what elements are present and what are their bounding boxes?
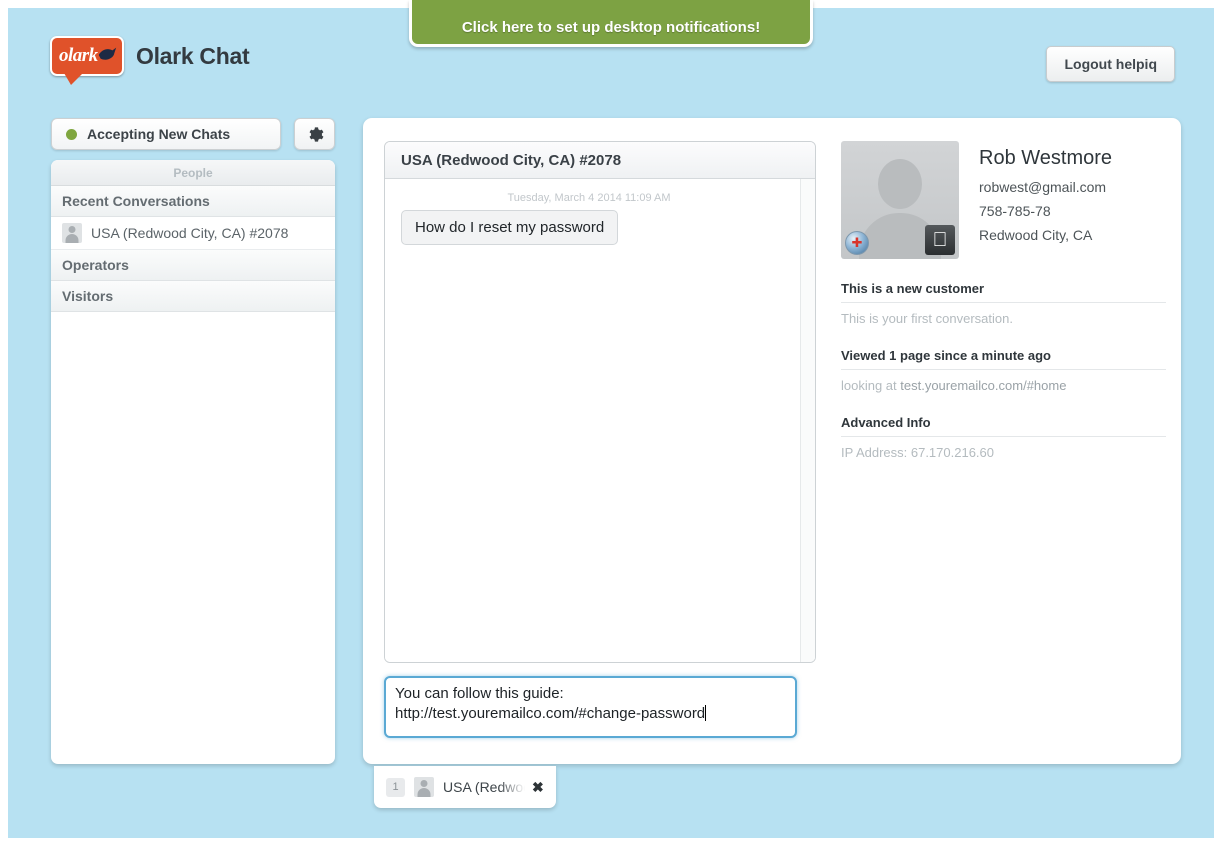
safari-icon: ✚ [845,231,869,255]
person-avatar-icon [62,223,82,243]
olark-logo-icon: olark [50,36,124,85]
visitor-name: Rob Westmore [979,147,1113,169]
tab-unread-badge[interactable]: 1 [386,777,405,797]
tab-label[interactable]: USA (Redwood City, CA) #2078 [443,779,525,795]
text-cursor [705,705,707,721]
visitor-identity: ✚  Rob Westmore robwest@gmail.com 758-7… [841,141,1166,259]
chat-transcript-panel: USA (Redwood City, CA) #2078 Tuesday, Ma… [384,141,816,663]
new-customer-body: This is your first conversation. [841,311,1013,326]
logout-button[interactable]: Logout helpiq [1046,46,1175,82]
status-dot-icon [66,128,77,140]
new-customer-block: This is a new customer This is your firs… [841,281,1166,326]
settings-button[interactable] [294,118,335,150]
sidebar-section-recent-conversations[interactable]: Recent Conversations [51,186,335,217]
composer-line-2: http://test.youremailco.com/#change-pass… [395,705,706,722]
pages-viewed-body: looking at test.youremailco.com/#home [841,370,1166,393]
people-sidebar: People Recent Conversations USA (Redwood… [51,160,335,764]
chat-tab-strip: 1 USA (Redwood City, CA) #2078 ✖ [374,766,556,808]
app-background: olark Olark Chat Click here to set up de… [8,0,1214,838]
chat-status-label: Accepting New Chats [87,126,231,142]
visitor-phone: 758-785-78 [979,203,1051,219]
pages-viewed-block: Viewed 1 page since a minute ago looking… [841,348,1166,393]
chat-message-list: Tuesday, March 4 2014 11:09 AM How do I … [385,179,815,662]
chat-status-button[interactable]: Accepting New Chats [51,118,281,150]
visitor-info-panel: ✚  Rob Westmore robwest@gmail.com 758-7… [841,141,1166,460]
looking-at-prefix: looking at [841,378,901,393]
visitor-contact-details: Rob Westmore robwest@gmail.com 758-785-7… [979,141,1112,259]
current-page-url: test.youremailco.com/#home [900,378,1067,393]
sidebar-section-visitors[interactable]: Visitors [51,281,335,312]
bird-icon [98,47,117,60]
advanced-info-title: Advanced Info [841,415,1166,437]
sidebar-section-operators[interactable]: Operators [51,250,335,281]
app-title: Olark Chat [136,42,250,69]
advanced-info-block: Advanced Info IP Address: 67.170.216.60 [841,415,1166,460]
brand-logo: olark Olark Chat [50,36,250,85]
logo-wordmark: olark [59,45,98,66]
avatar-head-shape [878,159,922,209]
tab-avatar-icon [414,777,434,797]
conversation-label: USA (Redwood City, CA) #2078 [91,225,289,241]
desktop-notifications-banner[interactable]: Click here to set up desktop notificatio… [409,0,813,47]
message-input[interactable]: You can follow this guide: http://test.y… [384,676,797,738]
main-panel: USA (Redwood City, CA) #2078 Tuesday, Ma… [363,118,1181,764]
composer-line-1: You can follow this guide: [395,685,564,702]
gear-icon [309,126,324,142]
message-timestamp: Tuesday, March 4 2014 11:09 AM [507,192,671,204]
ip-address-value: IP Address: 67.170.216.60 [841,445,994,460]
close-icon[interactable]: ✖ [532,779,544,796]
conversation-list-item[interactable]: USA (Redwood City, CA) #2078 [51,217,335,250]
sidebar-panel-title: People [51,160,335,186]
new-customer-title: This is a new customer [841,281,1166,303]
message-bubble: How do I reset my password [401,210,619,245]
apple-icon:  [925,225,955,255]
visitor-location: Redwood City, CA [979,227,1093,243]
visitor-avatar: ✚  [841,141,959,259]
chat-scrollbar[interactable] [800,179,815,662]
chat-panel-title: USA (Redwood City, CA) #2078 [385,142,815,179]
pages-viewed-title: Viewed 1 page since a minute ago [841,348,1166,370]
visitor-email: robwest@gmail.com [979,179,1107,195]
